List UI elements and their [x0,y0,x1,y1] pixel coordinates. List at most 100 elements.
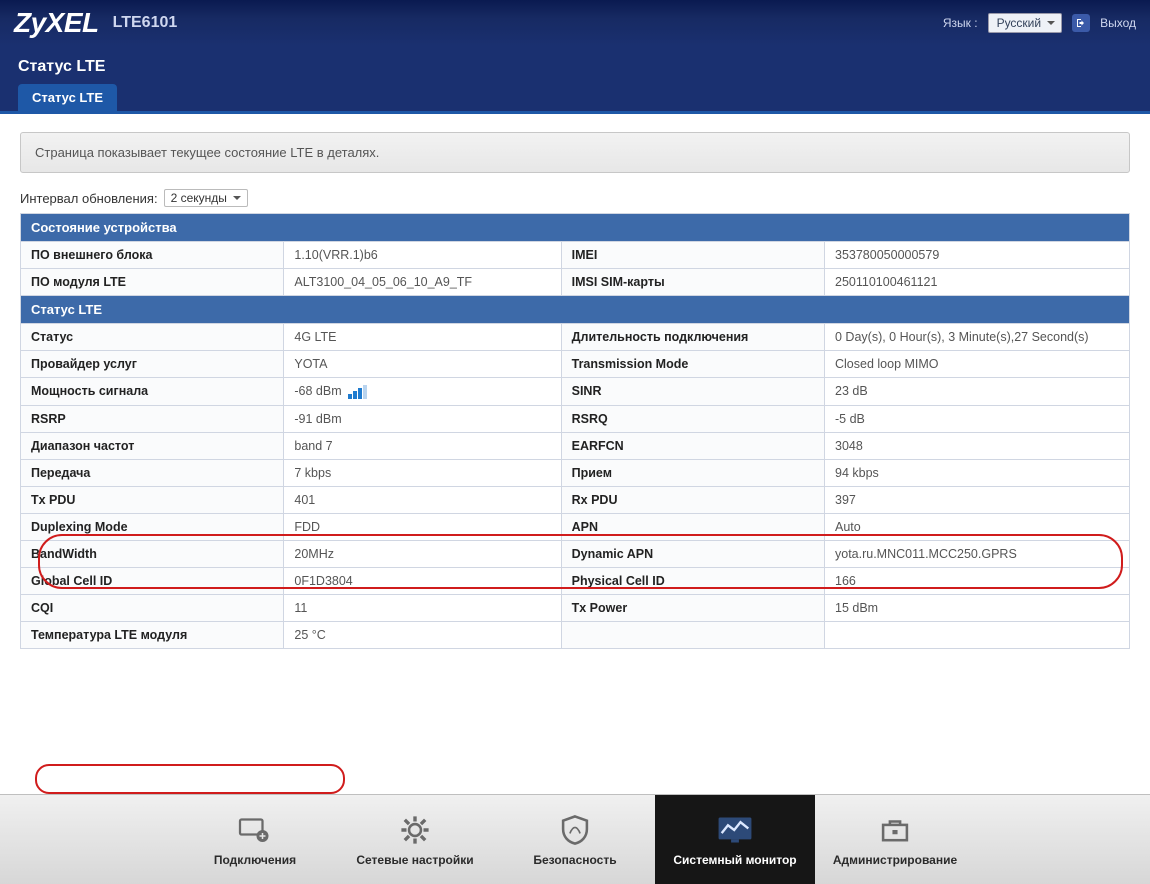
table-row: CQI11Tx Power15 dBm [21,594,1130,621]
table-row: Tx PDU401Rx PDU397 [21,486,1130,513]
param-key: ПО внешнего блока [21,242,284,269]
param-value: 1.10(VRR.1)b6 [284,242,561,269]
table-row: Global Cell ID0F1D3804Physical Cell ID16… [21,567,1130,594]
page-title: Статус LTE [18,58,1132,76]
nav-system-monitor[interactable]: Системный монитор [655,795,815,884]
signal-bars-icon [348,385,367,399]
param-key: RSRQ [561,405,824,432]
bottom-nav: Подключения Сетевые настройки Безопаснос… [0,794,1150,884]
table-row: Duplexing ModeFDDAPNAuto [21,513,1130,540]
gear-icon [396,813,434,847]
param-key: Tx PDU [21,486,284,513]
param-key: BandWidth [21,540,284,567]
refresh-value: 2 секунды [171,191,227,205]
info-description: Страница показывает текущее состояние LT… [20,132,1130,173]
language-value: Русский [997,16,1042,30]
param-value: 20MHz [284,540,561,567]
nav-connections[interactable]: Подключения [175,795,335,884]
param-key: Physical Cell ID [561,567,824,594]
param-value: ALT3100_04_05_06_10_A9_TF [284,269,561,296]
table-row: RSRP-91 dBmRSRQ-5 dB [21,405,1130,432]
section-header: Состояние устройства [21,214,1130,242]
briefcase-icon [876,813,914,847]
param-value: 11 [284,594,561,621]
nav-label: Безопасность [533,853,616,867]
param-value: 250110100461121 [825,269,1130,296]
param-key: IMSI SIM-карты [561,269,824,296]
chart-icon [716,813,754,847]
nav-security[interactable]: Безопасность [495,795,655,884]
param-value: 0 Day(s), 0 Hour(s), 3 Minute(s),27 Seco… [825,324,1130,351]
table-row: Мощность сигнала-68 dBmSINR23 dB [21,378,1130,406]
param-value: 23 dB [825,378,1130,406]
param-value [825,621,1130,648]
lang-label: Язык : [943,16,978,30]
param-value: 25 °C [284,621,561,648]
param-value: 94 kbps [825,459,1130,486]
param-value: -5 dB [825,405,1130,432]
logout-icon[interactable] [1072,14,1090,32]
param-key: Dynamic APN [561,540,824,567]
param-value: -91 dBm [284,405,561,432]
table-row: BandWidth20MHzDynamic APNyota.ru.MNC011.… [21,540,1130,567]
table-row: ПО модуля LTEALT3100_04_05_06_10_A9_TFIM… [21,269,1130,296]
param-value: FDD [284,513,561,540]
param-value: 401 [284,486,561,513]
param-key: RSRP [21,405,284,432]
nav-label: Системный монитор [673,853,796,867]
section-header: Статус LTE [21,296,1130,324]
param-value: 0F1D3804 [284,567,561,594]
language-select[interactable]: Русский [988,13,1063,33]
content-area: Страница показывает текущее состояние LT… [0,114,1150,774]
param-value: band 7 [284,432,561,459]
param-key: IMEI [561,242,824,269]
param-key: Статус [21,324,284,351]
param-value: 4G LTE [284,324,561,351]
app-header: ZyXEL LTE6101 Язык : Русский Выход [0,0,1150,46]
nav-network-settings[interactable]: Сетевые настройки [335,795,495,884]
table-row: Статус4G LTEДлительность подключения0 Da… [21,324,1130,351]
table-row: Провайдер услугYOTATransmission ModeClos… [21,351,1130,378]
nav-label: Подключения [214,853,296,867]
param-key: Rx PDU [561,486,824,513]
param-key: Transmission Mode [561,351,824,378]
param-key: Мощность сигнала [21,378,284,406]
param-value: yota.ru.MNC011.MCC250.GPRS [825,540,1130,567]
nav-administration[interactable]: Администрирование [815,795,975,884]
status-table: Состояние устройстваПО внешнего блока1.1… [20,213,1130,649]
refresh-interval-select[interactable]: 2 секунды [164,189,248,207]
logout-link[interactable]: Выход [1100,16,1136,30]
table-row: Диапазон частотband 7EARFCN3048 [21,432,1130,459]
monitor-icon [236,813,274,847]
param-key: SINR [561,378,824,406]
param-value: YOTA [284,351,561,378]
table-row: Передача7 kbpsПрием94 kbps [21,459,1130,486]
param-key: Длительность подключения [561,324,824,351]
param-value: 397 [825,486,1130,513]
param-key: Передача [21,459,284,486]
chevron-down-icon [1047,21,1055,25]
param-key: Провайдер услуг [21,351,284,378]
param-key: CQI [21,594,284,621]
param-key: Диапазон частот [21,432,284,459]
table-row: Температура LTE модуля25 °C [21,621,1130,648]
param-key: Температура LTE модуля [21,621,284,648]
param-key: Global Cell ID [21,567,284,594]
shield-icon [556,813,594,847]
param-value: 353780050000579 [825,242,1130,269]
nav-label: Администрирование [833,853,957,867]
param-value: Closed loop MIMO [825,351,1130,378]
brand-logo: ZyXEL [14,7,99,39]
table-row: ПО внешнего блока1.10(VRR.1)b6IMEI353780… [21,242,1130,269]
param-key: Tx Power [561,594,824,621]
param-key: Duplexing Mode [21,513,284,540]
param-key: ПО модуля LTE [21,269,284,296]
model-label: LTE6101 [113,14,178,32]
nav-label: Сетевые настройки [356,853,473,867]
param-value: 166 [825,567,1130,594]
chevron-down-icon [233,196,241,200]
param-key: EARFCN [561,432,824,459]
param-key: APN [561,513,824,540]
param-key: Прием [561,459,824,486]
tab-lte-status[interactable]: Статус LTE [18,84,117,111]
